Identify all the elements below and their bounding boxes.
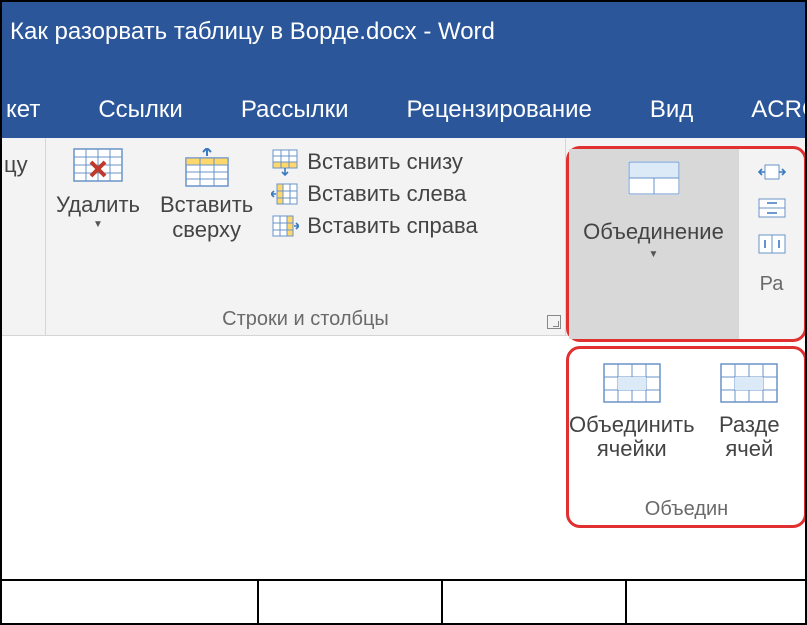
- table-cell[interactable]: [627, 581, 807, 623]
- ribbon-tabs: кет Ссылки Рассылки Рецензирование Вид A…: [2, 62, 805, 138]
- ribbon-group-partial: цу: [2, 138, 46, 335]
- tab-acrobat[interactable]: ACROBAT: [731, 96, 807, 124]
- tab-references[interactable]: Ссылки: [78, 96, 203, 124]
- document-table[interactable]: [2, 579, 807, 623]
- dialog-launcher-icon[interactable]: [547, 315, 561, 329]
- insert-right-button[interactable]: Вставить справа: [263, 210, 485, 242]
- distribute-cols-icon: [757, 233, 787, 255]
- insert-above-icon: [182, 148, 232, 188]
- insert-right-icon: [271, 212, 299, 240]
- group-label-rows-columns: Строки и столбцы: [46, 308, 565, 331]
- merge-dropdown-button[interactable]: Объединение ▼: [569, 149, 739, 339]
- insert-below-button[interactable]: Вставить снизу: [263, 146, 485, 178]
- table-cell[interactable]: [2, 581, 259, 623]
- split-cells-button[interactable]: Разде ячей: [695, 349, 804, 498]
- merge-group-highlight: Объединение ▼ Ра: [566, 146, 807, 342]
- ribbon-group-rows-columns: Удалить ▼ Вставить сверху: [46, 138, 566, 335]
- merge-cells-icon: [603, 363, 661, 403]
- tab-mailings[interactable]: Рассылки: [221, 96, 369, 124]
- split-cells-icon: [720, 363, 778, 403]
- merge-cells-button[interactable]: Объединить ячейки: [569, 349, 695, 498]
- table-cell[interactable]: [443, 581, 627, 623]
- tab-view[interactable]: Вид: [630, 96, 713, 124]
- distribute-rows-icon: [757, 197, 787, 219]
- tab-layout[interactable]: кет: [2, 96, 60, 124]
- dropdown-arrow-icon: ▼: [93, 219, 103, 230]
- tab-review[interactable]: Рецензирование: [387, 96, 612, 124]
- table-cell[interactable]: [259, 581, 443, 623]
- popup-group-label: Объедин: [569, 498, 804, 525]
- insert-left-icon: [271, 180, 299, 208]
- cell-size-partial: Ра: [739, 149, 804, 339]
- merge-dropdown-popup: Объединить ячейки Разде ячей Объедин: [566, 346, 807, 528]
- document-title: Как разорвать таблицу в Ворде.docx - Wor…: [10, 18, 495, 46]
- partial-button[interactable]: цу: [2, 144, 30, 181]
- insert-left-button[interactable]: Вставить слева: [263, 178, 485, 210]
- delete-table-icon: [73, 148, 123, 188]
- title-bar: Как разорвать таблицу в Ворде.docx - Wor…: [2, 2, 805, 62]
- insert-below-icon: [271, 148, 299, 176]
- autofit-icon: [757, 161, 787, 183]
- delete-button[interactable]: Удалить ▼: [46, 144, 150, 230]
- dropdown-arrow-icon: ▼: [649, 249, 659, 260]
- insert-above-button[interactable]: Вставить сверху: [150, 144, 263, 243]
- merge-dropdown-icon: [628, 161, 680, 195]
